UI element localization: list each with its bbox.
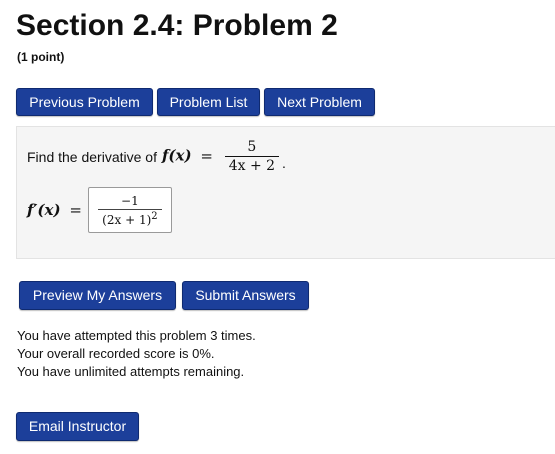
points-label: (1 point) <box>17 50 65 64</box>
email-instructor-button[interactable]: Email Instructor <box>16 412 139 441</box>
answer-numerator: −1 <box>121 193 139 208</box>
attempts-text: You have attempted this problem 3 times. <box>17 328 256 343</box>
remaining-text: You have unlimited attempts remaining. <box>17 364 245 379</box>
answer-denominator-base: (2x + 1) <box>102 212 152 227</box>
function-numerator: 5 <box>247 139 257 155</box>
submit-answers-button[interactable]: Submit Answers <box>182 281 309 310</box>
answer-input[interactable]: −1 (2x + 1)2 <box>87 187 172 233</box>
statement-period: . <box>282 154 286 171</box>
answer-fraction: −1 (2x + 1)2 <box>98 193 162 227</box>
problem-body: Find the derivative of f(x) = 5 4x + 2 .… <box>16 126 555 259</box>
preview-answers-button[interactable]: Preview My Answers <box>19 281 176 310</box>
page-title: Section 2.4: Problem 2 <box>16 9 338 42</box>
equals-sign: = <box>200 146 213 165</box>
answer-exponent: 2 <box>151 210 158 222</box>
answer-row: f′(x) = −1 (2x + 1)2 <box>27 187 172 233</box>
derivative-expression: f′(x) = <box>27 201 82 219</box>
answer-denominator: (2x + 1)2 <box>98 208 162 227</box>
attempt-status: You have attempted this problem 3 times.… <box>17 327 256 381</box>
derivative-equals-sign: = <box>69 201 82 219</box>
problem-list-button[interactable]: Problem List <box>157 88 260 116</box>
problem-page: Section 2.4: Problem 2 (1 point) Previou… <box>0 0 555 454</box>
function-name: f(x) <box>161 146 192 165</box>
function-denominator: 4x + 2 <box>224 156 280 174</box>
function-expression: f(x) = 5 4x + 2 <box>162 139 282 174</box>
next-problem-button[interactable]: Next Problem <box>264 88 375 116</box>
previous-problem-button[interactable]: Previous Problem <box>16 88 153 116</box>
function-fraction: 5 4x + 2 <box>224 139 280 174</box>
statement-text: Find the derivative of <box>27 148 157 165</box>
derivative-label: f′(x) <box>27 201 61 219</box>
problem-statement: Find the derivative of f(x) = 5 4x + 2 . <box>27 139 286 174</box>
score-text: Your overall recorded score is 0%. <box>17 346 215 361</box>
